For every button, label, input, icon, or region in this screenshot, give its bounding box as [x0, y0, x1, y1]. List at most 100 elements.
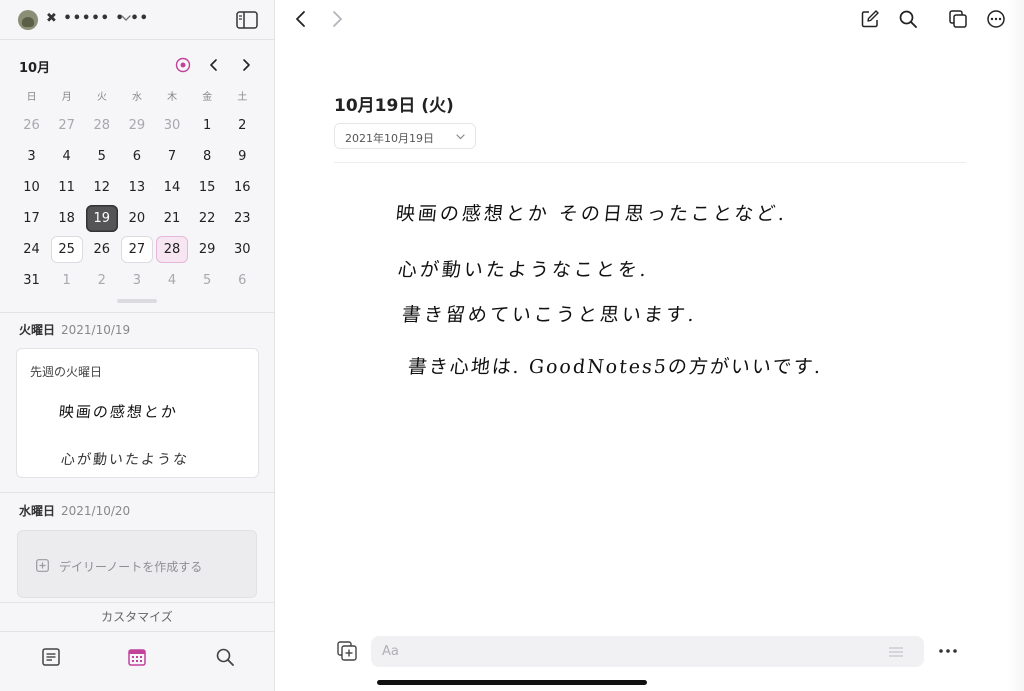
sidebar: ✖ ••••• • •• 10月 日 月 火 水 木 金 土 26 27 28 …	[0, 0, 275, 691]
calendar-day[interactable]: 4	[49, 141, 84, 172]
customize-button[interactable]: カスタマイズ	[0, 602, 274, 632]
calendar-day[interactable]: 18	[49, 203, 84, 234]
target-icon[interactable]	[175, 57, 191, 73]
calendar-day[interactable]: 27	[49, 110, 84, 141]
calendar-day[interactable]: 17	[14, 203, 49, 234]
weekday-label: 火	[96, 92, 107, 103]
compose-icon[interactable]	[860, 9, 880, 29]
day-date: 2021/10/19	[61, 323, 131, 337]
day-weekday: 水曜日	[19, 504, 56, 518]
calendar-day[interactable]: 2	[84, 265, 119, 296]
create-daily-note-button[interactable]: デイリーノートを作成する	[17, 530, 257, 598]
calendar-day[interactable]: 15	[190, 172, 225, 203]
chevron-left-icon[interactable]	[206, 57, 222, 73]
home-indicator	[377, 680, 647, 685]
more-horizontal-icon[interactable]	[937, 643, 959, 659]
insert-block-icon[interactable]	[336, 640, 358, 662]
calendar-day[interactable]: 29	[190, 234, 225, 265]
calendar-day[interactable]: 6	[119, 141, 154, 172]
calendar-day-selected[interactable]: 19	[84, 203, 119, 234]
sidebar-toggle-icon[interactable]	[236, 11, 258, 29]
weekday-label: 木	[167, 92, 178, 103]
windows-icon[interactable]	[948, 9, 968, 29]
notes-list-icon[interactable]	[40, 646, 62, 668]
account-name[interactable]: ✖ ••••• • ••	[46, 11, 149, 26]
calendar-week: 17 18 19 20 21 22 23	[14, 203, 260, 234]
date-picker[interactable]: 2021年10月19日	[334, 123, 476, 149]
search-icon[interactable]	[214, 646, 236, 668]
chevron-down-icon[interactable]	[119, 11, 133, 25]
divider	[0, 312, 274, 313]
calendar-day-with-note[interactable]: 25	[49, 234, 84, 265]
chevron-left-icon[interactable]	[292, 9, 310, 29]
weekday-label: 金	[202, 92, 213, 103]
calendar-day[interactable]: 3	[14, 141, 49, 172]
calendar-day-with-note[interactable]: 27	[119, 234, 154, 265]
calendar-day[interactable]: 13	[119, 172, 154, 203]
calendar-day[interactable]: 14	[155, 172, 190, 203]
weekday-label: 月	[61, 92, 72, 103]
day-section-header: 火曜日 2021/10/19	[19, 321, 130, 338]
calendar-day[interactable]: 3	[119, 265, 154, 296]
more-icon[interactable]	[986, 9, 1006, 29]
calendar-month-row: 10月	[0, 50, 274, 80]
weekday-label: 水	[131, 92, 142, 103]
calendar-day[interactable]: 26	[14, 110, 49, 141]
calendar-drag-handle[interactable]	[117, 299, 157, 303]
note-card[interactable]: 先週の火曜日 映画の感想とか 心が動いたような	[16, 348, 259, 478]
calendar-day-today[interactable]: 28	[155, 234, 190, 265]
calendar-day[interactable]: 5	[190, 265, 225, 296]
calendar-week: 24 25 26 27 28 29 30	[14, 234, 260, 265]
lines-icon[interactable]	[888, 646, 904, 658]
plus-square-icon	[36, 559, 49, 572]
calendar-day[interactable]: 30	[225, 234, 260, 265]
search-icon[interactable]	[898, 9, 918, 29]
calendar-day[interactable]: 8	[190, 141, 225, 172]
calendar-day[interactable]: 9	[225, 141, 260, 172]
calendar-day[interactable]: 20	[119, 203, 154, 234]
calendar-month-label: 10月	[19, 61, 51, 76]
calendar-day[interactable]: 4	[155, 265, 190, 296]
divider	[334, 162, 966, 163]
calendar-day[interactable]: 7	[155, 141, 190, 172]
calendar-day[interactable]: 30	[155, 110, 190, 141]
calendar-day[interactable]: 26	[84, 234, 119, 265]
calendar-day[interactable]: 6	[225, 265, 260, 296]
chevron-right-icon[interactable]	[328, 9, 346, 29]
handwriting-line[interactable]: 心が動いたようなことを.	[397, 255, 651, 282]
calendar-day[interactable]: 1	[190, 110, 225, 141]
calendar-day[interactable]: 11	[49, 172, 84, 203]
calendar-grid: 26 27 28 29 30 1 2 3 4 5 6 7 8 9 10 11 1…	[14, 110, 260, 296]
calendar-day[interactable]: 12	[84, 172, 119, 203]
handwriting-line[interactable]: 映画の感想とか その日思ったことなど.	[395, 199, 789, 226]
calendar-day[interactable]: 10	[14, 172, 49, 203]
calendar-day[interactable]: 2	[225, 110, 260, 141]
weekday-label: 土	[237, 92, 248, 103]
calendar-day[interactable]: 24	[14, 234, 49, 265]
calendar-day[interactable]: 22	[190, 203, 225, 234]
chevron-down-icon	[456, 134, 465, 140]
calendar-day[interactable]: 29	[119, 110, 154, 141]
calendar-week: 3 4 5 6 7 8 9	[14, 141, 260, 172]
handwriting-line[interactable]: 書き心地は. GoodNotes5の方がいいです.	[407, 352, 824, 379]
date-picker-value: 2021年10月19日	[345, 132, 434, 145]
calendar-day[interactable]: 23	[225, 203, 260, 234]
calendar-day[interactable]: 28	[84, 110, 119, 141]
note-title: 先週の火曜日	[30, 365, 103, 379]
calendar-day[interactable]: 31	[14, 265, 49, 296]
calendar-day[interactable]: 5	[84, 141, 119, 172]
weekday-header: 日 月 火 水 木 金 土	[14, 88, 260, 104]
calendar-week: 26 27 28 29 30 1 2	[14, 110, 260, 141]
calendar-icon[interactable]	[126, 646, 148, 668]
note-handwriting-preview: 映画の感想とか 心が動いたような	[17, 389, 258, 477]
calendar-day[interactable]: 1	[49, 265, 84, 296]
handwriting-line[interactable]: 書き留めていこうと思います.	[401, 300, 699, 327]
calendar-day[interactable]: 21	[155, 203, 190, 234]
calendar-day[interactable]: 16	[225, 172, 260, 203]
text-input[interactable]	[371, 636, 924, 667]
day-weekday: 火曜日	[19, 323, 56, 337]
divider	[0, 492, 274, 493]
chevron-right-icon[interactable]	[238, 57, 254, 73]
avatar[interactable]	[18, 10, 38, 30]
weekday-label: 日	[26, 92, 37, 103]
